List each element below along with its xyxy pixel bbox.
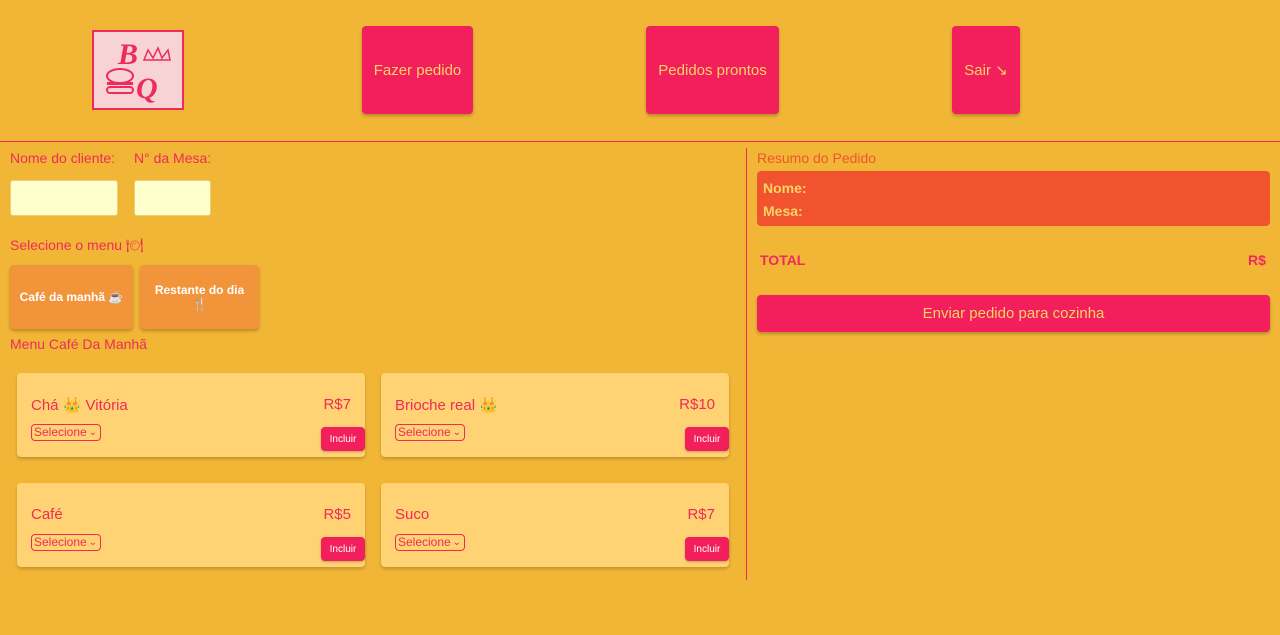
summary-title: Resumo do Pedido [757, 150, 877, 166]
burger-queen-logo-icon: B Q [106, 38, 171, 105]
new-order-button[interactable]: Fazer pedido [362, 26, 473, 114]
svg-text:B: B [117, 38, 138, 71]
option-select[interactable]: Selecione ⌄ [395, 534, 465, 551]
chevron-down-icon: ⌄ [452, 537, 461, 548]
menu-item-card: Brioche real 👑 R$10 Selecione ⌄ Incluir [381, 373, 729, 457]
app-header: B Q Fazer pedido Pedidos prontos Sair ↘ [0, 0, 1280, 142]
item-name: Brioche real 👑 [395, 397, 498, 414]
chevron-down-icon: ⌄ [88, 537, 97, 548]
select-menu-label: Selecione o menu 🍽 [10, 237, 144, 253]
item-price: R$10 [679, 396, 715, 413]
add-item-button[interactable]: Incluir [321, 537, 365, 561]
table-number-label: N° da Mesa: [134, 150, 212, 166]
add-item-button[interactable]: Incluir [685, 427, 729, 451]
select-placeholder: Selecione [34, 535, 87, 549]
add-item-button[interactable]: Incluir [685, 537, 729, 561]
chevron-down-icon: ⌄ [452, 427, 461, 438]
item-name: Suco [395, 506, 430, 523]
client-name-label: Nome do cliente: [10, 150, 116, 166]
menu-item-card: Chá 👑 Vitória R$7 Selecione ⌄ Incluir [17, 373, 365, 457]
rest-of-day-menu-button[interactable]: Restante do dia 🍴 [140, 265, 259, 329]
svg-text:Q: Q [136, 72, 158, 105]
total-label: TOTAL [760, 252, 806, 268]
item-name: Chá 👑 Vitória [31, 397, 128, 414]
option-select[interactable]: Selecione ⌄ [31, 534, 101, 551]
chevron-down-icon: ⌄ [88, 427, 97, 438]
logo: B Q [92, 30, 184, 110]
menu-item-card: Café R$5 Selecione ⌄ Incluir [17, 483, 365, 567]
menu-title: Menu Café Da Manhã [10, 336, 147, 352]
summary-table-label: Mesa: [763, 203, 803, 219]
table-number-input[interactable] [134, 180, 211, 216]
select-placeholder: Selecione [34, 425, 87, 439]
item-price: R$5 [323, 506, 351, 523]
client-name-input[interactable] [10, 180, 118, 216]
ready-orders-button[interactable]: Pedidos prontos [646, 26, 779, 114]
summary-box: Nome: Mesa: [757, 171, 1270, 226]
summary-name-label: Nome: [763, 180, 807, 196]
logout-button[interactable]: Sair ↘ [952, 26, 1020, 114]
panel-divider [746, 148, 747, 580]
breakfast-menu-button[interactable]: Café da manhã ☕ [10, 265, 133, 329]
add-item-button[interactable]: Incluir [321, 427, 365, 451]
send-to-kitchen-button[interactable]: Enviar pedido para cozinha [757, 295, 1270, 332]
option-select[interactable]: Selecione ⌄ [395, 424, 465, 441]
item-price: R$7 [323, 396, 351, 413]
select-placeholder: Selecione [398, 535, 451, 549]
item-name: Café [31, 506, 63, 523]
total-value: R$ [1248, 252, 1266, 268]
menu-item-card: Suco R$7 Selecione ⌄ Incluir [381, 483, 729, 567]
option-select[interactable]: Selecione ⌄ [31, 424, 101, 441]
select-placeholder: Selecione [398, 425, 451, 439]
item-price: R$7 [687, 506, 715, 523]
